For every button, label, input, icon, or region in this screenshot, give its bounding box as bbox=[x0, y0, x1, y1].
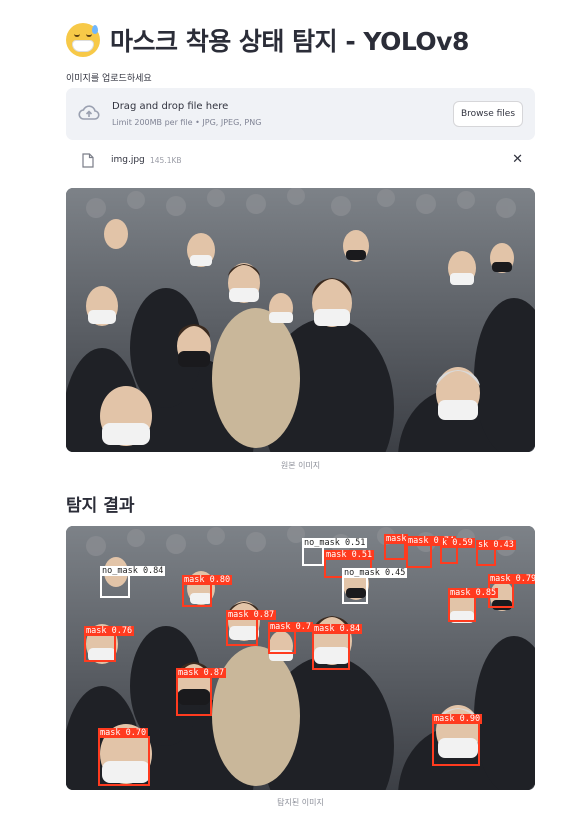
mask-face-emoji-icon bbox=[66, 23, 100, 57]
detection-box-mask: mask 0.7 bbox=[268, 622, 313, 654]
detection-box-mask: k 0.59 bbox=[440, 538, 475, 564]
uploaded-file-item: img.jpg 145.1KB ✕ bbox=[66, 150, 535, 172]
detection-box-mask: mask 0.84 bbox=[312, 624, 363, 670]
file-size: 145.1KB bbox=[150, 156, 182, 165]
detection-box-no-mask: no_mask 0.51 bbox=[302, 538, 368, 566]
detected-image-caption: 탐지된 이미지 bbox=[277, 798, 324, 807]
original-image bbox=[66, 188, 535, 452]
results-heading: 탐지 결과 bbox=[66, 496, 135, 516]
detection-box-mask: sk 0.43 bbox=[476, 540, 516, 566]
page-header: 마스크 착용 상태 탐지 - YOLOv8 bbox=[66, 22, 469, 58]
detected-image: no_mask 0.51 mask 0.51 mask mask 0.74 k … bbox=[66, 526, 535, 790]
detection-box-mask: mask 0.80 bbox=[182, 575, 233, 607]
remove-file-close-icon[interactable]: ✕ bbox=[512, 152, 523, 167]
detection-box-mask: mask 0.70 bbox=[98, 728, 150, 786]
dropzone-title: Drag and drop file here bbox=[112, 101, 229, 112]
original-image-caption: 원본 이미지 bbox=[280, 461, 321, 470]
browse-files-button[interactable]: Browse files bbox=[453, 101, 523, 127]
detection-box-mask: mask 0.87 bbox=[176, 668, 227, 716]
detection-box-mask: mask 0.74 bbox=[406, 536, 457, 568]
upload-label: 이미지를 업로드하세요 bbox=[66, 74, 152, 84]
file-dropzone[interactable]: Drag and drop file here Limit 200MB per … bbox=[66, 88, 535, 140]
file-name: img.jpg bbox=[111, 155, 145, 165]
detection-box-no-mask: no_mask 0.84 bbox=[100, 566, 166, 598]
detection-box-mask: mask 0.85 bbox=[448, 588, 499, 622]
detection-box-no-mask: no_mask 0.45 bbox=[342, 568, 408, 604]
detection-box-mask: mask 0.87 bbox=[226, 610, 277, 646]
page-title: 마스크 착용 상태 탐지 - YOLOv8 bbox=[110, 27, 469, 56]
file-icon bbox=[82, 153, 94, 168]
detection-box-mask: mask 0.90 bbox=[432, 714, 483, 766]
detection-box-mask: mask bbox=[384, 534, 409, 560]
detection-box-mask: mask 0.76 bbox=[84, 626, 135, 662]
cloud-upload-icon bbox=[78, 105, 100, 120]
dropzone-limits: Limit 200MB per file • JPG, JPEG, PNG bbox=[112, 118, 262, 127]
